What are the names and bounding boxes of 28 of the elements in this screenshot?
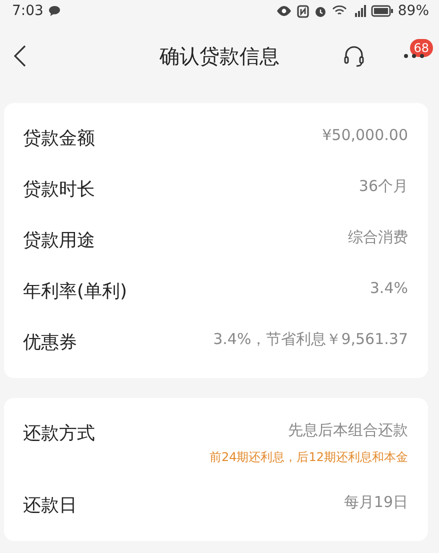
alarm-icon (314, 4, 327, 18)
nfc-icon (296, 4, 309, 18)
battery-icon (370, 5, 393, 17)
field-label: 还款日 (23, 494, 77, 517)
field-value: 每月19日 (344, 493, 408, 512)
battery-percent: 89% (398, 3, 429, 19)
headset-icon[interactable] (343, 45, 365, 67)
field-value: 先息后本组合还款 (288, 421, 408, 440)
field-value: 3.4% (370, 279, 408, 297)
field-label: 年利率(单利) (23, 280, 128, 303)
field-value: 综合消费 (348, 228, 408, 247)
field-label: 还款方式 (23, 422, 95, 445)
field-label: 优惠券 (23, 331, 77, 354)
wifi-icon (332, 5, 347, 17)
field-label: 贷款时长 (23, 178, 95, 201)
back-icon[interactable] (14, 45, 26, 67)
notification-badge: 68 (410, 39, 433, 57)
more-icon[interactable] (403, 53, 425, 59)
eye-icon (276, 6, 292, 16)
field-value: ¥50,000.00 (322, 126, 408, 144)
chat-icon (48, 5, 62, 17)
page-title: 确认贷款信息 (160, 42, 280, 70)
field-value: 36个月 (358, 177, 408, 196)
field-label: 贷款金额 (23, 127, 95, 150)
field-label: 贷款用途 (23, 229, 95, 252)
status-time: 7:03 (12, 3, 44, 19)
field-note: 前24期还利息，后12期还利息和本金 (209, 449, 408, 466)
field-value: 3.4%，节省利息￥9,561.37 (213, 330, 408, 349)
